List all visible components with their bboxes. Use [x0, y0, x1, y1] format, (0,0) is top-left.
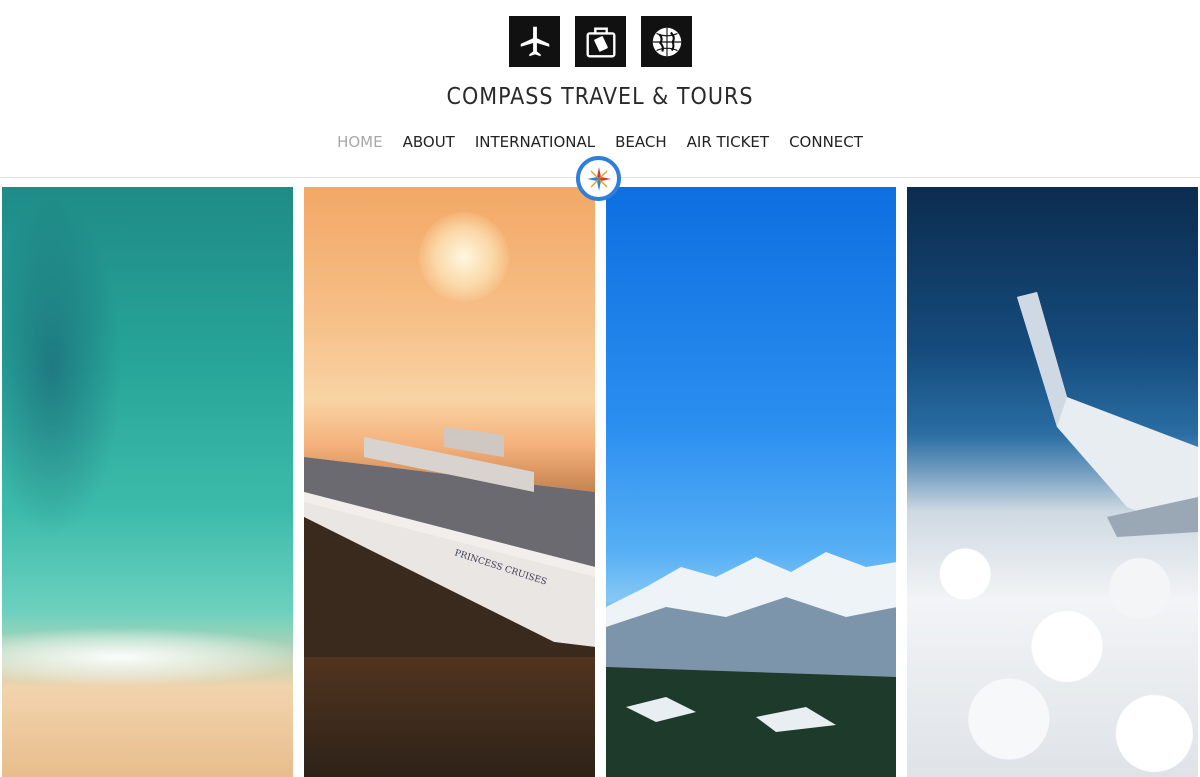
mountain-range — [605, 552, 897, 777]
nav-item-home[interactable]: HOME — [327, 133, 393, 151]
cruise-ship: PRINCESS CRUISES — [303, 427, 595, 657]
nav-item-air-ticket[interactable]: AIR TICKET — [677, 133, 779, 151]
nav-item-international[interactable]: INTERNATIONAL — [465, 133, 605, 151]
photo-gallery: PRINCESS CRUISES — [2, 187, 1198, 777]
site-header: COMPASS TRAVEL & TOURS HOME ABOUT INTERN… — [0, 0, 1200, 178]
compass-icon — [576, 156, 621, 201]
beach-photo[interactable] — [2, 187, 293, 777]
airplane-wing — [1017, 292, 1198, 537]
nav-item-connect[interactable]: CONNECT — [779, 133, 873, 151]
luggage-icon — [575, 16, 626, 67]
reef-shape — [2, 197, 122, 537]
sun-glow — [418, 212, 509, 302]
mountain-photo[interactable] — [605, 187, 897, 777]
logo-row — [509, 16, 692, 67]
plane-photo[interactable] — [907, 187, 1198, 777]
brand-title[interactable]: COMPASS TRAVEL & TOURS — [0, 84, 1200, 110]
globe-icon — [641, 16, 692, 67]
cruise-photo[interactable]: PRINCESS CRUISES — [303, 187, 595, 777]
airplane-icon — [509, 16, 560, 67]
nav-item-about[interactable]: ABOUT — [393, 133, 465, 151]
main-nav: HOME ABOUT INTERNATIONAL BEACH AIR TICKE… — [0, 133, 1200, 151]
wave-foam — [2, 627, 293, 687]
nav-item-beach[interactable]: BEACH — [605, 133, 677, 151]
